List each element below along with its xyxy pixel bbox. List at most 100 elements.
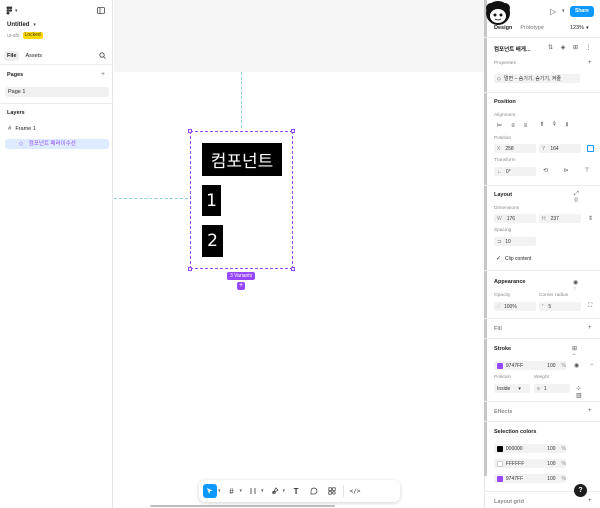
diamond-icon: ◇ (497, 75, 501, 82)
align-left-icon[interactable]: ⊨ (497, 122, 502, 129)
help-button[interactable]: ? (574, 484, 587, 497)
actions-tool-button[interactable] (325, 484, 339, 498)
individual-corners-icon[interactable]: ⛶ (588, 303, 592, 310)
variant-component-1[interactable]: 1 (202, 185, 221, 216)
stroke-sides-icons[interactable]: ⊹ ▥ (576, 385, 600, 399)
stroke-position-select[interactable]: Inside ▾ (494, 384, 530, 393)
tab-prototype[interactable]: Prototype (520, 25, 544, 31)
resize-handle-br[interactable] (291, 267, 295, 271)
layout-action-icons[interactable]: ⤢ ▯ (574, 191, 600, 205)
frame-tool-button[interactable]: # (225, 484, 239, 498)
flip-icons[interactable]: ⟲ ⊳ ⊤ (543, 167, 597, 174)
tab-design[interactable]: Design (494, 25, 512, 31)
component-name[interactable]: 컴포넌트 배게... (494, 45, 530, 53)
main-menu-button[interactable]: ▾ (6, 6, 18, 15)
move-tool-button[interactable] (203, 484, 217, 498)
stroke-color-swatch[interactable] (497, 362, 503, 369)
shape-tool-button[interactable] (246, 484, 260, 498)
zoom-value[interactable]: 123% (570, 25, 584, 31)
stroke-weight-field[interactable]: ≡ 1 (534, 384, 570, 393)
resize-handle-tr[interactable] (291, 129, 295, 133)
chevron-down-icon[interactable]: ▾ (562, 8, 565, 14)
tab-assets[interactable]: Assets (22, 51, 45, 61)
width-field[interactable]: W 176 (494, 214, 536, 223)
layer-component-row[interactable]: ◇ 컴포넌트 패러이수선 (5, 139, 109, 149)
zoom-control[interactable]: 123% ▾ (570, 25, 589, 31)
canvas[interactable]: 컴포넌트 1 2 3 Variants + (114, 0, 484, 508)
layer-frame-name: Frame 1 (15, 126, 36, 132)
chevron-down-icon: ▾ (586, 25, 589, 31)
file-title[interactable]: Untitled (7, 22, 29, 28)
variant-property-field[interactable]: ◇ 멀면 – 숨기기, 숨기기, 켜줄 (494, 74, 580, 83)
color-swatch[interactable] (497, 475, 503, 482)
file-title-row[interactable]: Untitled ▾ (7, 22, 36, 28)
page-item[interactable]: Page 1 (5, 87, 109, 97)
chevron-down-icon[interactable]: ▾ (218, 488, 221, 494)
selection-color-row[interactable]: 000000 100 % (494, 444, 566, 453)
share-button[interactable]: Share (570, 6, 594, 17)
eye-icon[interactable]: ◉ (574, 362, 579, 369)
checkbox-checked-icon[interactable]: ✓ (496, 255, 501, 262)
resize-handle-tl[interactable] (188, 129, 192, 133)
text-tool-button[interactable]: T (289, 484, 303, 498)
variant-component-title[interactable]: 컴포넌트 (202, 143, 282, 176)
add-page-icon[interactable]: + (101, 71, 105, 78)
comment-tool-button[interactable] (307, 484, 321, 498)
alignment-buttons: ⊨ ≡ ≡ ⫪ ⫩ ⫫ (497, 122, 568, 129)
dev-mode-button[interactable]: </> (348, 484, 362, 498)
resize-handle-bl[interactable] (188, 267, 192, 271)
pen-tool-button[interactable] (268, 484, 282, 498)
stroke-color-field[interactable]: 9747FF 100 % (494, 361, 566, 370)
color-swatch[interactable] (497, 445, 503, 452)
selection-color-row[interactable]: FFFFFF 100 % (494, 459, 566, 468)
vertical-scrollbar[interactable] (484, 0, 487, 476)
color-swatch[interactable] (497, 460, 503, 467)
variants-count-pill[interactable]: 3 Variants (227, 272, 256, 280)
clip-content-row[interactable]: ✓ Clip content (496, 255, 531, 263)
align-center-h-icon[interactable]: ≡ (511, 123, 515, 129)
add-fill-icon[interactable]: + (588, 325, 592, 331)
constraints-icon[interactable] (587, 145, 594, 152)
rotation-field[interactable]: ∟ 0° (494, 167, 536, 176)
height-field[interactable]: H 237 (539, 214, 581, 223)
selection-color-row[interactable]: 9747FF 100 % (494, 474, 566, 483)
present-icon[interactable]: ▷ (550, 7, 556, 16)
stroke-heading: Stroke (494, 346, 512, 352)
layout-grid-heading: Layout grid (494, 499, 524, 505)
add-effect-icon[interactable]: + (588, 408, 592, 414)
y-field[interactable]: Y 164 (539, 144, 581, 153)
resize-icon[interactable]: ⇕ (588, 215, 593, 222)
align-top-icon[interactable]: ⫪ (540, 122, 543, 129)
divider (484, 421, 600, 422)
chevron-down-icon[interactable]: ▾ (283, 488, 286, 494)
opacity-field[interactable]: ◌ 100% (494, 302, 536, 311)
tab-file[interactable]: File (4, 51, 20, 61)
chevron-down-icon[interactable]: ▾ (240, 488, 243, 494)
align-right-icon[interactable]: ≡ (524, 123, 528, 129)
rotation-icon: ∟ (497, 168, 502, 175)
toolbar-divider (343, 485, 345, 497)
corner-radius-field[interactable]: ⌜ 5 (539, 302, 581, 311)
layer-frame-row[interactable]: # Frame 1 (8, 126, 36, 132)
opacity-value: 100% (503, 303, 517, 310)
component-action-icons[interactable]: ⇅ ◈ ⊞ ⋮ (548, 44, 595, 51)
chevron-down-icon[interactable]: ▾ (261, 488, 264, 494)
align-center-v-icon[interactable]: ⫩ (553, 122, 556, 129)
corner-radius-value: 5 (548, 303, 552, 310)
remove-stroke-icon[interactable]: − (590, 362, 594, 368)
alignment-label: Alignment (494, 113, 516, 118)
add-layout-grid-icon[interactable]: + (588, 498, 592, 504)
add-variant-button[interactable]: + (237, 282, 245, 290)
horizontal-scrollbar[interactable] (150, 505, 335, 507)
variant-component-2[interactable]: 2 (202, 225, 223, 257)
visibility-icon[interactable]: ◉ ◌ (573, 279, 600, 292)
x-field[interactable]: X 258 (494, 144, 536, 153)
stroke-action-icons[interactable]: ⊞ − (572, 345, 600, 358)
sidebar-toggle-icon[interactable] (97, 7, 105, 14)
add-property-icon[interactable]: + (588, 60, 592, 66)
canvas-artboard[interactable] (114, 72, 484, 508)
component-set-frame[interactable]: 컴포넌트 1 2 (188, 129, 295, 271)
spacing-field[interactable]: ⊐ 10 (494, 237, 536, 246)
align-bottom-icon[interactable]: ⫫ (565, 122, 568, 129)
search-icon[interactable] (99, 52, 106, 59)
